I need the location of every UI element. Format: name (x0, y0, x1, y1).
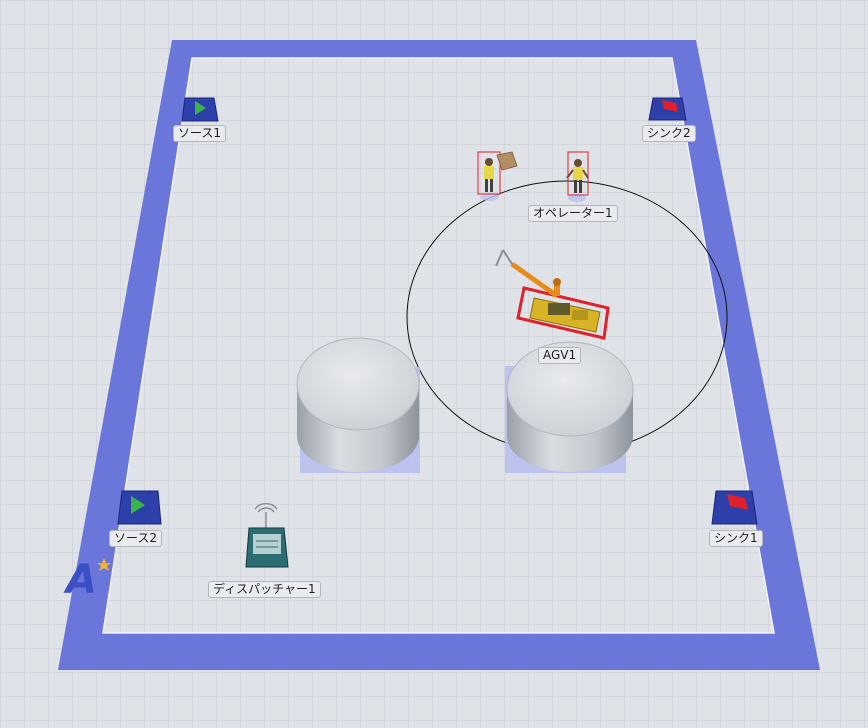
tank-top (296, 337, 420, 431)
dispatcher-screen (253, 534, 281, 554)
label-sink2[interactable]: シンク2 (642, 125, 696, 142)
sink2-object[interactable] (648, 97, 687, 121)
source1-object[interactable] (181, 97, 219, 122)
tank-left[interactable] (296, 337, 420, 473)
model-3d-view[interactable]: A ソース1 シンク2 オペレーター1 AGV1 ソース2 ディスパッチャー1 … (0, 0, 868, 728)
label-dispatcher1[interactable]: ディスパッチャー1 (208, 581, 321, 598)
source2-object[interactable] (117, 490, 162, 525)
label-agv1[interactable]: AGV1 (538, 347, 582, 364)
label-sink1[interactable]: シンク1 (709, 530, 763, 547)
label-source1[interactable]: ソース1 (173, 125, 227, 142)
scene-canvas[interactable]: A (0, 0, 868, 728)
sink1-object[interactable] (711, 490, 758, 525)
label-source2[interactable]: ソース2 (109, 530, 163, 547)
svg-text:A: A (63, 557, 97, 603)
label-operator1[interactable]: オペレーター1 (528, 205, 618, 222)
